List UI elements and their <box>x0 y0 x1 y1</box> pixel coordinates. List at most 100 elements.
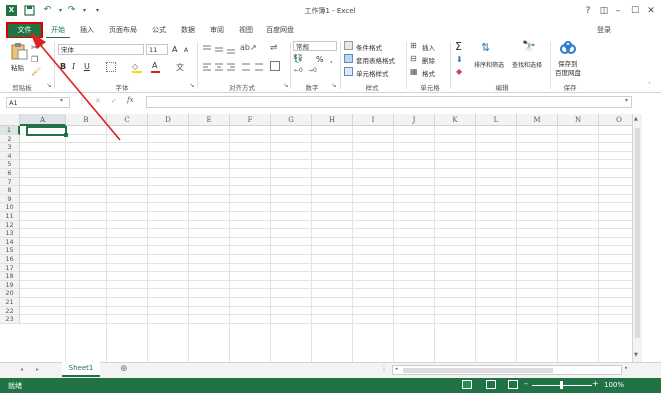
zoom-in-button[interactable]: + <box>592 379 599 388</box>
sort-filter-button[interactable]: 排序和筛选 <box>474 60 504 69</box>
row-header[interactable]: 4 <box>0 151 20 161</box>
font-size-select[interactable]: 11 <box>146 44 168 55</box>
row-header[interactable]: 7 <box>0 177 20 187</box>
save-icon[interactable] <box>24 5 35 16</box>
redo-dropdown-icon[interactable]: ▾ <box>79 5 90 16</box>
zoom-slider-thumb[interactable] <box>560 381 563 389</box>
horizontal-align-icons[interactable] <box>202 62 272 72</box>
page-break-view-icon[interactable] <box>508 380 518 389</box>
format-cells-button[interactable]: 格式 <box>422 68 435 78</box>
row-header[interactable]: 10 <box>0 203 20 212</box>
row-header[interactable]: 9 <box>0 194 20 204</box>
row-header[interactable]: 14 <box>0 237 20 247</box>
column-header[interactable]: J <box>394 114 435 126</box>
number-launcher-icon[interactable]: ↘ <box>330 82 338 89</box>
row-header[interactable]: 3 <box>0 143 20 152</box>
sheet-splitter-icon[interactable]: ⋮ <box>380 364 388 373</box>
orientation-icon[interactable]: ab↗ <box>240 43 257 52</box>
tab-review[interactable]: 审阅 <box>205 24 229 37</box>
grow-font-button[interactable]: A <box>172 45 177 54</box>
column-header[interactable]: F <box>230 114 271 126</box>
merge-center-icon[interactable] <box>270 61 280 71</box>
row-header[interactable]: 22 <box>0 306 20 316</box>
alignment-launcher-icon[interactable]: ↘ <box>282 82 290 89</box>
new-sheet-button[interactable]: ⊕ <box>120 364 128 374</box>
column-header[interactable]: G <box>271 114 312 126</box>
autosum-button[interactable]: Σ <box>455 40 462 53</box>
percent-button[interactable]: % <box>316 55 324 64</box>
shrink-font-button[interactable]: A <box>184 47 188 54</box>
column-header[interactable]: O <box>599 114 632 126</box>
undo-icon[interactable]: ↶ <box>42 5 53 16</box>
next-sheet-icon[interactable]: ▸ <box>36 366 39 373</box>
scroll-right-icon[interactable]: ▸ <box>625 365 628 371</box>
column-header[interactable]: L <box>476 114 517 126</box>
vertical-scrollbar[interactable]: ▲ ▼ <box>632 114 642 362</box>
page-layout-view-icon[interactable] <box>486 380 496 389</box>
prev-sheet-icon[interactable]: ◂ <box>20 366 23 373</box>
row-header[interactable]: 18 <box>0 272 20 281</box>
font-color-button[interactable]: A <box>152 61 157 70</box>
login-link[interactable]: 登录 <box>597 25 611 35</box>
normal-view-icon[interactable] <box>462 380 472 389</box>
zoom-level[interactable]: 100% <box>604 381 624 389</box>
help-button[interactable]: ? <box>582 6 594 16</box>
formula-input[interactable] <box>146 96 632 108</box>
conditional-format-button[interactable]: 条件格式 <box>356 42 382 52</box>
zoom-out-button[interactable]: – <box>524 379 528 388</box>
delete-cells-button[interactable]: 删除 <box>422 55 435 65</box>
row-header[interactable]: 1 <box>0 126 20 135</box>
find-select-button[interactable]: 查找和选择 <box>512 60 542 69</box>
column-header[interactable]: H <box>312 114 353 126</box>
row-header[interactable]: 23 <box>0 315 20 324</box>
column-header[interactable]: N <box>558 114 599 126</box>
column-header[interactable]: D <box>148 114 189 126</box>
column-header[interactable]: I <box>353 114 394 126</box>
worksheet-grid[interactable]: A B C D E F G H I J K L M N O 1 2 3 4 5 6 7 8 9 10 11 12 13 14 15 16 17… <box>0 114 632 362</box>
tab-view[interactable]: 视图 <box>234 24 258 37</box>
wrap-text-icon[interactable]: ⇌ <box>270 43 278 53</box>
column-header[interactable]: M <box>517 114 558 126</box>
row-header[interactable]: 11 <box>0 212 20 221</box>
close-button[interactable]: ✕ <box>645 6 657 16</box>
insert-cells-button[interactable]: 插入 <box>422 42 435 52</box>
increase-decimal-icon[interactable]: ←0 <box>294 67 303 74</box>
redo-icon[interactable]: ↷ <box>66 5 77 16</box>
minimize-button[interactable]: – <box>612 6 624 16</box>
customize-qat-icon[interactable]: ▾ <box>92 5 103 16</box>
fill-color-icon[interactable]: ◇ <box>132 62 144 73</box>
tab-formulas[interactable]: 公式 <box>147 24 171 37</box>
row-header[interactable]: 2 <box>0 134 20 144</box>
row-header[interactable]: 16 <box>0 255 20 264</box>
tab-baidu-netdisk[interactable]: 百度网盘 <box>262 24 298 37</box>
horizontal-scrollbar[interactable]: ◂ <box>392 365 622 375</box>
sheet-tab-sheet1[interactable]: Sheet1 <box>62 362 100 377</box>
column-header[interactable]: E <box>189 114 230 126</box>
clear-icon[interactable]: ◆ <box>456 67 462 76</box>
restore-button[interactable]: ☐ <box>629 6 641 16</box>
row-header[interactable]: 6 <box>0 169 20 178</box>
fill-icon[interactable]: ⬇ <box>456 55 463 64</box>
table-format-button[interactable]: 套用表格格式 <box>356 55 395 65</box>
decrease-decimal-icon[interactable]: →0 <box>308 67 317 74</box>
undo-dropdown-icon[interactable]: ▾ <box>55 5 66 16</box>
ribbon-display-options-button[interactable]: ◫ <box>598 6 610 16</box>
row-header[interactable]: 12 <box>0 220 20 230</box>
row-header[interactable]: 20 <box>0 289 20 298</box>
font-launcher-icon[interactable]: ↘ <box>188 82 196 89</box>
tab-data[interactable]: 数据 <box>176 24 200 37</box>
column-header[interactable]: K <box>435 114 476 126</box>
currency-icon[interactable]: 💱 <box>293 54 303 63</box>
collapse-ribbon-icon[interactable]: ˄ <box>648 82 651 89</box>
row-header[interactable]: 13 <box>0 229 20 238</box>
select-all-corner[interactable] <box>0 114 20 126</box>
row-header[interactable]: 17 <box>0 263 20 273</box>
comma-button[interactable]: , <box>330 55 333 64</box>
row-header[interactable]: 8 <box>0 186 20 195</box>
expand-formula-icon[interactable]: ▾ <box>625 97 628 104</box>
row-header[interactable]: 5 <box>0 160 20 169</box>
row-header[interactable]: 19 <box>0 280 20 290</box>
number-format-select[interactable]: 常规 <box>293 41 337 51</box>
cell-styles-button[interactable]: 单元格样式 <box>356 68 389 78</box>
row-header[interactable]: 21 <box>0 298 20 307</box>
